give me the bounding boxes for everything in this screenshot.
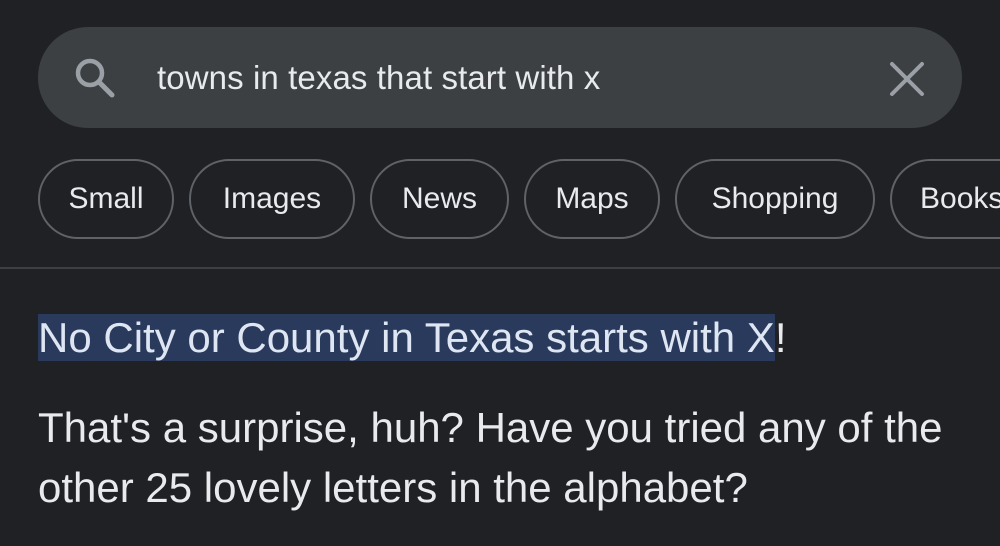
answer-body: That's a surprise, huh? Have you tried a… xyxy=(38,404,943,511)
answer-title: No City or County in Texas starts with X… xyxy=(38,306,787,370)
search-input[interactable]: towns in texas that start with x xyxy=(157,52,600,104)
chip-shopping[interactable]: Shopping xyxy=(675,159,875,239)
chip-news[interactable]: News xyxy=(370,159,509,239)
chip-small[interactable]: Small xyxy=(38,159,174,239)
answer-title-end: ! xyxy=(774,314,787,361)
chip-maps[interactable]: Maps xyxy=(524,159,660,239)
search-results-page: towns in texas that start with x Small I… xyxy=(0,0,1000,546)
divider xyxy=(0,267,1000,269)
chip-books[interactable]: Books xyxy=(890,159,1000,239)
close-icon[interactable] xyxy=(887,59,927,99)
answer-title-highlight: No City or County in Texas starts with X xyxy=(38,314,775,361)
search-icon[interactable] xyxy=(70,54,118,102)
chip-images[interactable]: Images xyxy=(189,159,355,239)
